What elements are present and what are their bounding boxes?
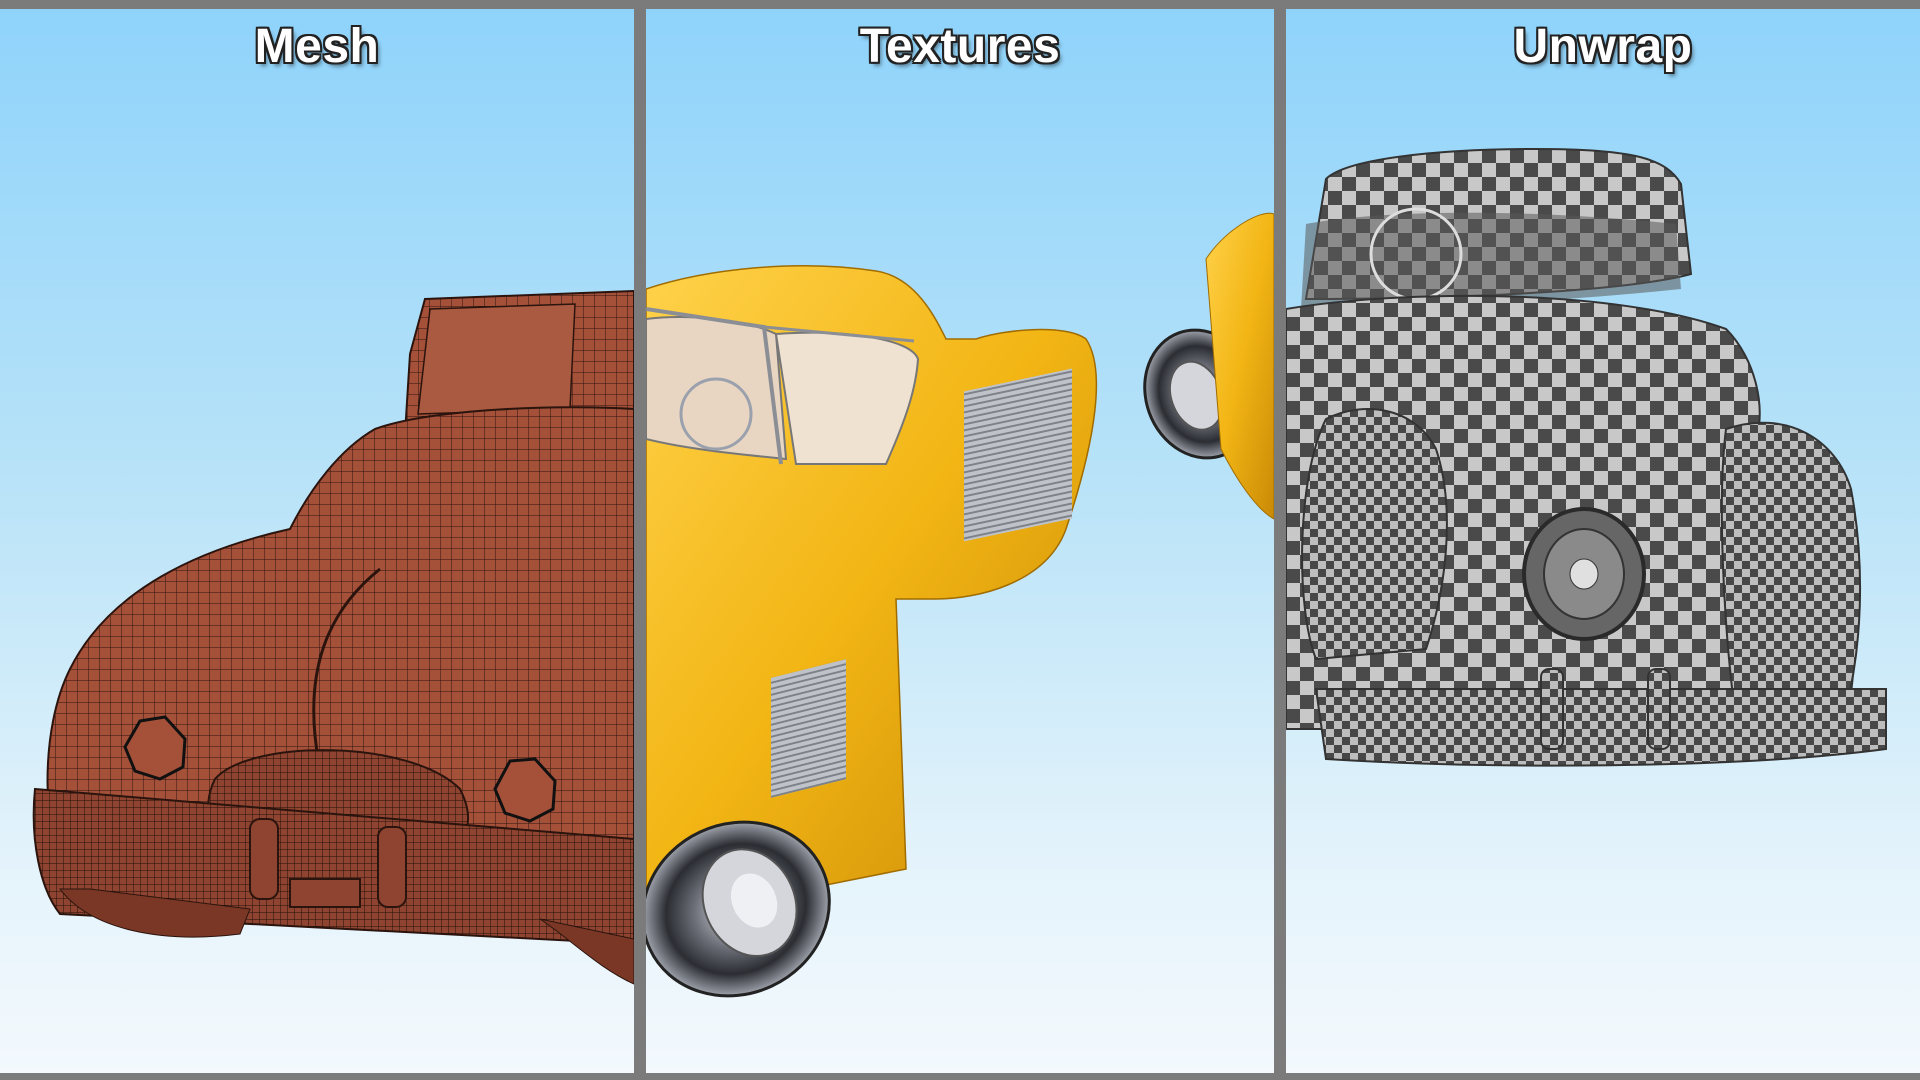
textures-panel: Textures xyxy=(646,9,1274,1073)
mesh-title: Mesh xyxy=(254,20,380,73)
comparison-frame: Mesh Textures Unwrap xyxy=(0,0,1920,1080)
unwrap-title: Unwrap xyxy=(1513,20,1693,73)
unwrap-render-image xyxy=(1286,147,1887,767)
textures-title: Textures xyxy=(859,20,1061,73)
textures-render-image xyxy=(646,212,1274,998)
unwrap-panel: Unwrap xyxy=(1286,9,1920,1073)
mesh-render-image xyxy=(32,289,634,985)
mesh-panel: Mesh xyxy=(0,9,634,1073)
